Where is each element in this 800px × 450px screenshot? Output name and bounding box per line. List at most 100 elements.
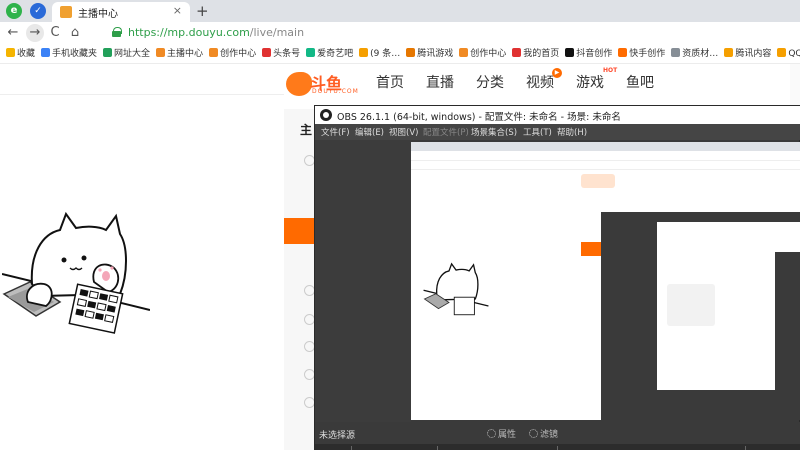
browser-tab-bar: e ✓ 主播中心 × + — [0, 0, 800, 22]
bookmark-item[interactable]: (9 条… — [359, 44, 401, 63]
bookmark-label: 快手创作 — [629, 49, 666, 59]
bookmark-favicon-icon — [459, 48, 469, 57]
obs-bottom-panel: 未选择源 属性 滤镜 — [315, 422, 800, 450]
bookmark-item[interactable]: 头条号 — [262, 44, 301, 63]
menu-file[interactable]: 文件(F) — [321, 126, 350, 138]
menu-profile[interactable]: 配置文件(P) — [423, 126, 469, 138]
bookmark-favicon-icon — [103, 48, 113, 57]
bookmark-item[interactable]: 资质材… — [671, 44, 719, 63]
bookmark-label: 网址大全 — [114, 49, 151, 59]
bookmark-favicon-icon — [41, 48, 51, 57]
filters-button[interactable]: 滤镜 — [529, 427, 558, 440]
tab-anchor-center[interactable]: 主播中心 × — [52, 2, 190, 22]
nav-category[interactable]: 分类 — [476, 72, 504, 92]
bookmark-item[interactable]: 爱奇艺吧 — [306, 44, 354, 63]
nav-video[interactable]: 视频 — [526, 72, 554, 92]
bookmark-label: 手机收藏夹 — [52, 49, 98, 59]
home-button[interactable]: ⌂ — [66, 24, 84, 42]
new-tab-button[interactable]: + — [196, 2, 209, 20]
nav-live[interactable]: 直播 — [426, 72, 454, 92]
tab-close-icon[interactable]: × — [173, 4, 182, 17]
bookmark-favicon-icon — [512, 48, 522, 57]
video-play-badge-icon: ▶ — [552, 68, 562, 78]
bookmark-label: 资质材… — [682, 49, 719, 59]
preview-cat — [411, 242, 501, 320]
lock-icon — [112, 27, 122, 37]
bookmark-item[interactable]: QQ邮箱 — [777, 44, 800, 63]
sidebar-item-active[interactable] — [284, 218, 316, 244]
nav-games[interactable]: 游戏 — [576, 72, 604, 92]
bookmark-label: 创作中心 — [470, 49, 507, 59]
bookmark-label: (9 条… — [370, 49, 401, 59]
bookmark-item[interactable]: 快手创作 — [618, 44, 666, 63]
menu-scene-collection[interactable]: 场景集合(S) — [471, 126, 517, 138]
bookmark-favicon-icon — [359, 48, 369, 57]
preview-bookmarks — [411, 162, 800, 170]
bookmark-item[interactable]: 收藏 — [6, 44, 35, 63]
menu-edit[interactable]: 编辑(E) — [355, 126, 384, 138]
properties-label: 属性 — [498, 430, 517, 440]
dock-divider — [437, 446, 438, 450]
properties-button[interactable]: 属性 — [487, 427, 516, 440]
browser-logo-icon[interactable]: e — [6, 3, 22, 19]
back-button[interactable]: ← — [4, 24, 22, 42]
preview-browser-tabbar — [411, 142, 800, 151]
logo-subtext: DOUYU.COM — [312, 88, 359, 95]
dock-divider — [557, 446, 558, 450]
bookmark-item[interactable]: 腾讯内容 — [724, 44, 771, 63]
bookmark-item[interactable]: 抖音创作 — [565, 44, 613, 63]
bookmarks-bar: 收藏 手机收藏夹 网址大全 主播中心 创作中心 头条号 爱奇艺吧 (9 条… 腾讯游戏 创作中心 我… — [0, 44, 800, 64]
preview-address-bar — [411, 151, 800, 161]
douyu-favicon-icon — [60, 6, 72, 18]
bookmark-item[interactable]: 我的首页 — [512, 44, 560, 63]
menu-tools[interactable]: 工具(T) — [523, 126, 552, 138]
fish-logo-icon — [286, 72, 312, 96]
preview-cat-level2 — [667, 284, 715, 326]
filter-icon — [529, 429, 538, 438]
obs-title-bar[interactable]: OBS 26.1.1 (64-bit, windows) - 配置文件: 未命名… — [315, 106, 800, 124]
gear-icon — [487, 429, 496, 438]
url-path: /live/main — [249, 26, 305, 39]
douyu-logo[interactable]: 斗鱼 DOUYU.COM — [286, 70, 366, 98]
bookmark-label: 主播中心 — [167, 49, 204, 59]
bookmark-item[interactable]: 网址大全 — [103, 44, 151, 63]
bongo-cat-drawing — [1, 211, 151, 342]
bookmark-item[interactable]: 创作中心 — [209, 44, 257, 63]
sidebar-title: 主 — [300, 123, 313, 137]
bookmark-favicon-icon — [262, 48, 272, 57]
bookmark-item[interactable]: 创作中心 — [459, 44, 507, 63]
bookmark-favicon-icon — [777, 48, 787, 57]
browser-shield-icon[interactable]: ✓ — [30, 3, 46, 19]
nav-home[interactable]: 首页 — [376, 72, 404, 92]
dock-divider — [745, 446, 746, 450]
obs-preview-margin — [315, 140, 411, 422]
nav-fishbar[interactable]: 鱼吧 — [626, 72, 654, 92]
preview-cat-drawing — [423, 262, 489, 316]
preview-obs-level3 — [775, 252, 800, 390]
bookmark-label: 抖音创作 — [576, 49, 613, 59]
address-bar: ← → C ⌂ https://mp.douyu.com/live/main — [0, 22, 800, 44]
preview-douyu-logo — [581, 174, 615, 188]
bookmark-label: 爱奇艺吧 — [317, 49, 354, 59]
menu-view[interactable]: 视图(V) — [389, 126, 418, 138]
anchor-sidebar: 主 — [284, 109, 316, 450]
bookmark-item[interactable]: 腾讯游戏 — [406, 44, 454, 63]
menu-help[interactable]: 帮助(H) — [557, 126, 587, 138]
dock-divider — [351, 446, 352, 450]
bookmark-item[interactable]: 主播中心 — [156, 44, 204, 63]
bookmark-item[interactable]: 手机收藏夹 — [41, 44, 98, 63]
forward-button[interactable]: → — [26, 24, 44, 42]
bookmark-label: 创作中心 — [220, 49, 257, 59]
obs-window-title: OBS 26.1.1 (64-bit, windows) - 配置文件: 未命名… — [337, 112, 621, 123]
bookmark-label: 我的首页 — [523, 49, 560, 59]
bookmark-favicon-icon — [209, 48, 219, 57]
obs-menu-bar: 文件(F) 编辑(E) 视图(V) 配置文件(P) 场景集合(S) 工具(T) … — [315, 124, 800, 140]
obs-preview-canvas[interactable] — [411, 142, 800, 420]
url-host: https://mp.douyu.com — [128, 26, 250, 39]
filters-label: 滤镜 — [540, 430, 559, 440]
bookmark-favicon-icon — [6, 48, 15, 57]
reload-button[interactable]: C — [46, 24, 64, 42]
url-field[interactable]: https://mp.douyu.com/live/main — [128, 26, 304, 39]
bookmark-label: 头条号 — [273, 49, 301, 59]
bookmark-label: 腾讯游戏 — [417, 49, 454, 59]
